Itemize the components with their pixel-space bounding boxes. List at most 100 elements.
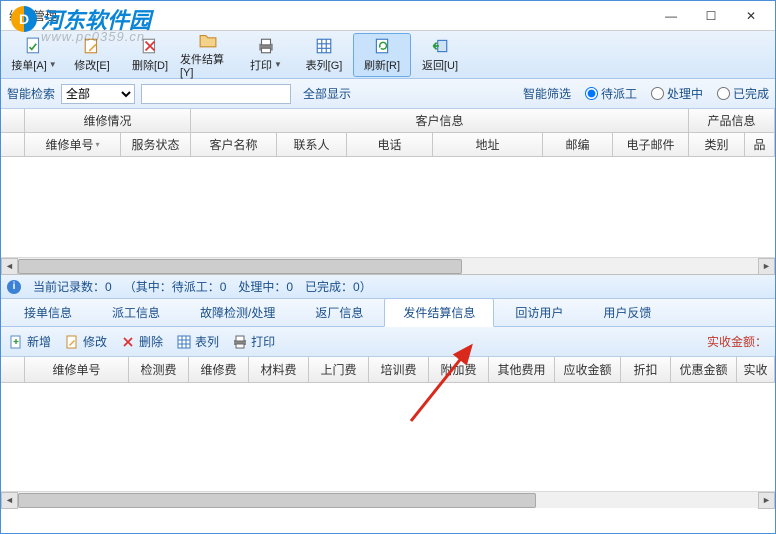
detail-tabs: 接单信息 派工信息 故障检测/处理 返厂信息 发件结算信息 回访用户 用户反馈 xyxy=(1,299,775,327)
status-detail: （其中：待派工：0 处理中：0 已完成：0） xyxy=(124,278,372,295)
scroll-left-icon[interactable]: ◄ xyxy=(1,492,18,509)
printer-icon xyxy=(233,335,247,349)
col2-other-fee[interactable]: 其他费用 xyxy=(489,357,555,382)
grid-body-empty xyxy=(1,157,775,257)
radio-pending[interactable]: 待派工 xyxy=(585,85,637,102)
col-status[interactable]: 服务状态 xyxy=(121,133,191,156)
group-customer: 客户信息 xyxy=(191,109,689,132)
refresh-button[interactable]: 刷新[R] xyxy=(353,33,411,77)
col2-extra-fee[interactable]: 附加费 xyxy=(429,357,489,382)
tab-order-info[interactable]: 接单信息 xyxy=(5,298,91,326)
col-category[interactable]: 类别 xyxy=(689,133,745,156)
chevron-down-icon: ▼ xyxy=(274,60,282,69)
grid-hscrollbar[interactable]: ◄ ► xyxy=(1,257,775,274)
col-email[interactable]: 电子邮件 xyxy=(613,133,689,156)
col-zip[interactable]: 邮编 xyxy=(543,133,613,156)
row-selector-col xyxy=(1,357,25,382)
scroll-right-icon[interactable]: ► xyxy=(758,492,775,509)
sort-icon: ▾ xyxy=(96,140,100,149)
radio-processing[interactable]: 处理中 xyxy=(651,85,703,102)
tab-feedback[interactable]: 用户反馈 xyxy=(584,298,670,326)
pencil-icon xyxy=(65,335,79,349)
list-columns-button[interactable]: 表列[G] xyxy=(295,33,353,77)
folder-send-icon xyxy=(199,31,217,49)
col2-visit-fee[interactable]: 上门费 xyxy=(309,357,369,382)
col2-train-fee[interactable]: 培训费 xyxy=(369,357,429,382)
scroll-thumb[interactable] xyxy=(18,259,462,274)
col-phone[interactable]: 电话 xyxy=(347,133,433,156)
sub-delete-button[interactable]: 删除 xyxy=(121,333,163,350)
printer-icon xyxy=(257,37,275,55)
col-address[interactable]: 地址 xyxy=(433,133,543,156)
table-icon xyxy=(177,335,191,349)
minimize-button[interactable]: — xyxy=(651,2,691,30)
settlement-hscrollbar[interactable]: ◄ ► xyxy=(1,491,775,508)
delete-x-icon xyxy=(141,37,159,55)
chevron-down-icon: ▼ xyxy=(49,60,57,69)
group-product: 产品信息 xyxy=(689,109,775,132)
col2-actual[interactable]: 实收 xyxy=(737,357,775,382)
col-customer[interactable]: 客户名称 xyxy=(191,133,277,156)
info-icon: i xyxy=(7,280,21,294)
sub-list-button[interactable]: 表列 xyxy=(177,333,219,350)
table-icon xyxy=(315,37,333,55)
record-count: 当前记录数：0 xyxy=(33,278,112,295)
group-repair: 维修情况 xyxy=(25,109,191,132)
accept-order-button[interactable]: 接单[A]▼ xyxy=(5,33,63,77)
col-contact[interactable]: 联系人 xyxy=(277,133,347,156)
scroll-right-icon[interactable]: ► xyxy=(758,258,775,275)
delete-x-icon xyxy=(121,335,135,349)
col2-material-fee[interactable]: 材料费 xyxy=(249,357,309,382)
row-selector-col xyxy=(1,109,25,132)
tab-dispatch[interactable]: 派工信息 xyxy=(93,298,179,326)
back-arrow-icon xyxy=(431,37,449,55)
tab-settlement[interactable]: 发件结算信息 xyxy=(384,298,494,327)
back-button[interactable]: 返回[U] xyxy=(411,33,469,77)
settle-button[interactable]: 发件结算[Y] xyxy=(179,33,237,77)
tab-followup[interactable]: 回访用户 xyxy=(496,298,582,326)
settlement-grid-body xyxy=(1,383,775,491)
col2-coupon[interactable]: 优惠金额 xyxy=(671,357,737,382)
add-document-icon xyxy=(9,335,23,349)
sub-edit-button[interactable]: 修改 xyxy=(65,333,107,350)
print-button[interactable]: 打印▼ xyxy=(237,33,295,77)
scroll-thumb[interactable] xyxy=(18,493,536,508)
scroll-left-icon[interactable]: ◄ xyxy=(1,258,18,275)
filter-bar: 智能检索 全部 全部显示 智能筛选 待派工 处理中 已完成 xyxy=(1,79,775,109)
scope-select[interactable]: 全部 xyxy=(61,84,135,104)
smart-filter-label: 智能筛选 xyxy=(523,85,571,102)
scroll-track[interactable] xyxy=(18,492,758,509)
col2-discount[interactable]: 折扣 xyxy=(621,357,671,382)
main-grid: 维修情况 客户信息 产品信息 维修单号▾ 服务状态 客户名称 联系人 电话 地址… xyxy=(1,109,775,275)
show-all-link[interactable]: 全部显示 xyxy=(303,85,351,102)
window-title: 维修管理 xyxy=(5,7,651,24)
edit-button[interactable]: 修改[E] xyxy=(63,33,121,77)
search-input[interactable] xyxy=(141,84,291,104)
tab-fault[interactable]: 故障检测/处理 xyxy=(181,298,294,326)
document-check-icon xyxy=(25,37,43,55)
titlebar: 维修管理 — ☐ ✕ xyxy=(1,1,775,31)
col-order-no[interactable]: 维修单号▾ xyxy=(25,133,121,156)
maximize-button[interactable]: ☐ xyxy=(691,2,731,30)
sub-add-button[interactable]: 新增 xyxy=(9,333,51,350)
radio-done[interactable]: 已完成 xyxy=(717,85,769,102)
delete-button[interactable]: 删除[D] xyxy=(121,33,179,77)
col2-repair-fee[interactable]: 维修费 xyxy=(189,357,249,382)
sub-print-button[interactable]: 打印 xyxy=(233,333,275,350)
col2-receivable[interactable]: 应收金额 xyxy=(555,357,621,382)
grid-column-header: 维修单号▾ 服务状态 客户名称 联系人 电话 地址 邮编 电子邮件 类别 品 xyxy=(1,133,775,157)
actual-amount-label: 实收金额： xyxy=(707,333,767,350)
sub-toolbar: 新增 修改 删除 表列 打印 实收金额： xyxy=(1,327,775,357)
close-button[interactable]: ✕ xyxy=(731,2,771,30)
smart-search-label: 智能检索 xyxy=(7,85,55,102)
col2-order-no[interactable]: 维修单号 xyxy=(25,357,129,382)
grid-group-header: 维修情况 客户信息 产品信息 xyxy=(1,109,775,133)
tab-return[interactable]: 返厂信息 xyxy=(296,298,382,326)
main-toolbar: 接单[A]▼ 修改[E] 删除[D] 发件结算[Y] 打印▼ 表列[G] 刷新[… xyxy=(1,31,775,79)
pencil-icon xyxy=(83,37,101,55)
col-brand[interactable]: 品 xyxy=(745,133,775,156)
settlement-grid-header: 维修单号 检测费 维修费 材料费 上门费 培训费 附加费 其他费用 应收金额 折… xyxy=(1,357,775,383)
status-bar: i 当前记录数：0 （其中：待派工：0 处理中：0 已完成：0） xyxy=(1,275,775,299)
scroll-track[interactable] xyxy=(18,258,758,275)
col2-inspect-fee[interactable]: 检测费 xyxy=(129,357,189,382)
